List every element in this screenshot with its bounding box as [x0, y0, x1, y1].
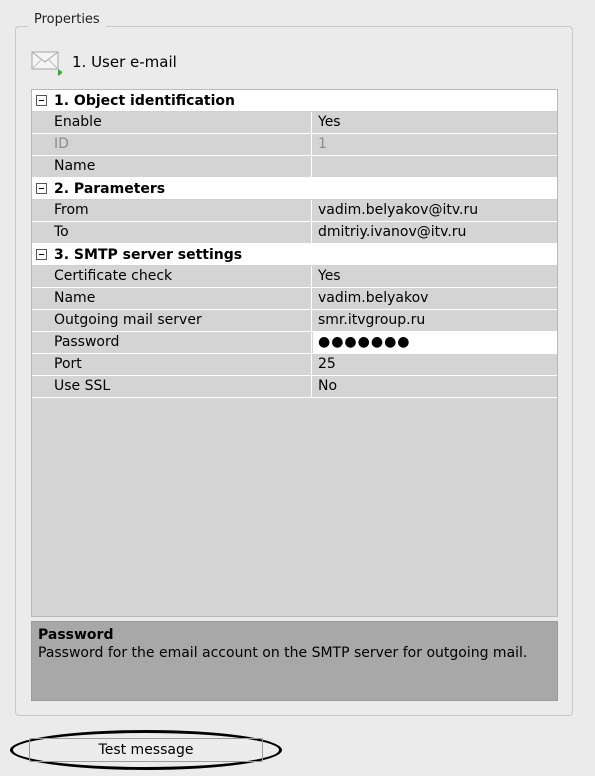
property-name: Use SSL [48, 376, 312, 397]
category-object-identification[interactable]: 1. Object identification [32, 90, 557, 112]
property-row-from[interactable]: From vadim.belyakov@itv.ru [32, 200, 557, 222]
property-name: Name [48, 288, 312, 309]
property-value[interactable]: 25 [313, 354, 557, 375]
property-value: 1 [318, 136, 327, 152]
property-value[interactable]: vadim.belyakov@itv.ru [313, 200, 557, 221]
description-text: Password for the email account on the SM… [38, 645, 528, 661]
collapse-icon[interactable] [36, 249, 47, 260]
property-row-use-ssl[interactable]: Use SSL No [32, 376, 557, 398]
description-panel: Password Password for the email account … [31, 621, 558, 701]
property-row-id: ID 1 [32, 134, 557, 156]
property-row-password[interactable]: Password ●●●●●●● [32, 332, 557, 354]
property-value[interactable]: No [313, 376, 557, 397]
property-row-port[interactable]: Port 25 [32, 354, 557, 376]
property-row-name[interactable]: Name [32, 156, 557, 178]
property-name: Outgoing mail server [48, 310, 312, 331]
description-title: Password [38, 627, 114, 643]
collapse-icon[interactable] [36, 95, 47, 106]
button-border [29, 738, 263, 762]
envelope-icon [30, 48, 63, 76]
category-label: 1. Object identification [54, 93, 235, 109]
property-row-to[interactable]: To dmitriy.ivanov@itv.ru [32, 222, 557, 244]
test-message-button[interactable]: Test message [10, 730, 282, 770]
property-name: Enable [48, 112, 312, 133]
object-title: 1. User e-mail [72, 53, 177, 71]
password-field[interactable]: ●●●●●●● [313, 332, 557, 353]
category-smtp-server-settings[interactable]: 3. SMTP server settings [32, 244, 557, 266]
property-value[interactable]: Yes [313, 112, 557, 133]
property-name: ID [48, 134, 312, 155]
property-row-outgoing-mail-server[interactable]: Outgoing mail server smr.itvgroup.ru [32, 310, 557, 332]
property-name: From [48, 200, 312, 221]
object-header: 1. User e-mail [30, 48, 177, 76]
property-value[interactable]: smr.itvgroup.ru [313, 310, 557, 331]
category-label: 3. SMTP server settings [54, 247, 243, 263]
category-parameters[interactable]: 2. Parameters [32, 178, 557, 200]
collapse-icon[interactable] [36, 183, 47, 194]
property-name: To [48, 222, 312, 243]
category-label: 2. Parameters [54, 181, 166, 197]
property-name: Port [48, 354, 312, 375]
property-name: Certificate check [48, 266, 312, 287]
property-row-enable[interactable]: Enable Yes [32, 112, 557, 134]
property-name: Password [48, 332, 312, 353]
property-value[interactable]: Yes [313, 266, 557, 287]
property-value[interactable] [313, 156, 557, 177]
property-value[interactable]: dmitriy.ivanov@itv.ru [313, 222, 557, 243]
property-row-smtp-name[interactable]: Name vadim.belyakov [32, 288, 557, 310]
property-row-certificate-check[interactable]: Certificate check Yes [32, 266, 557, 288]
panel-title: Properties [28, 12, 106, 27]
property-grid: 1. Object identification Enable Yes ID 1… [31, 89, 558, 617]
property-value[interactable]: vadim.belyakov [313, 288, 557, 309]
property-name: Name [48, 156, 312, 177]
